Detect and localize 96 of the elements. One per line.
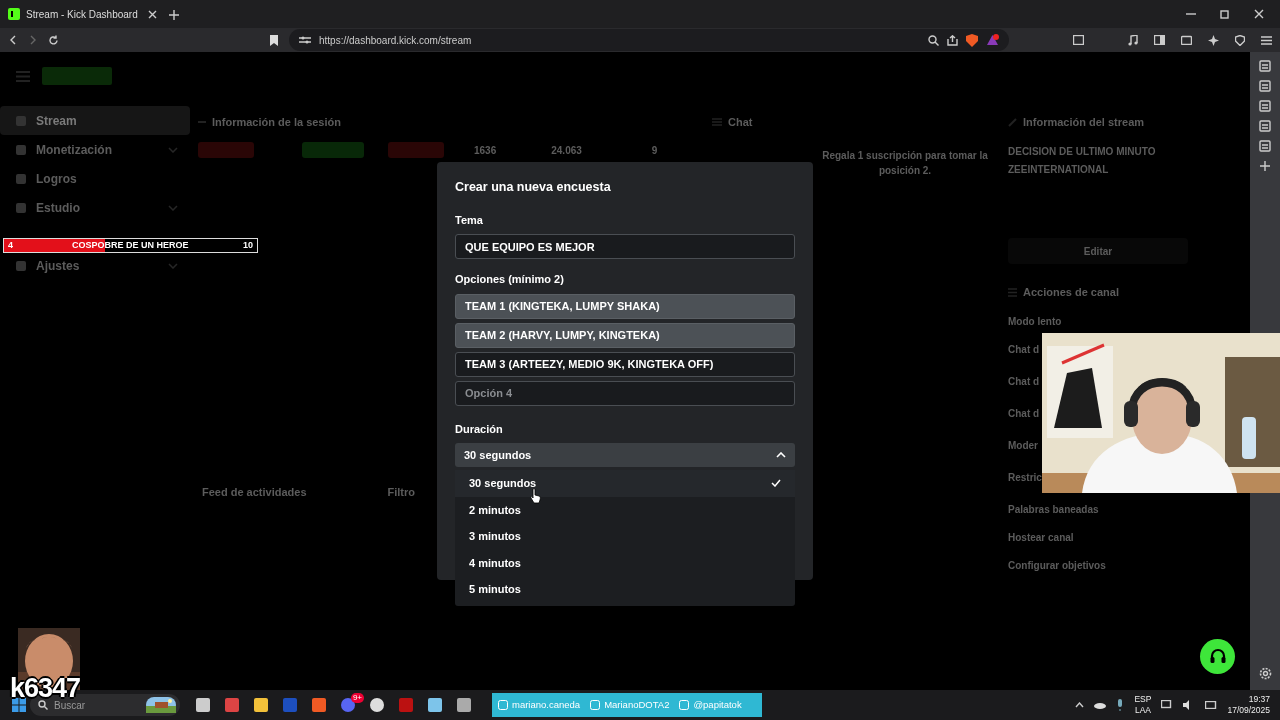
close-icon[interactable] [148,9,157,19]
option-field[interactable]: Opción 4 [455,380,795,406]
field-label: Duración [455,421,503,437]
stat-value: 9 [651,143,658,158]
dropdown-option[interactable]: 5 minutos [455,576,795,603]
music-icon[interactable] [1128,34,1138,46]
search-icon [38,700,48,710]
dropdown-option[interactable]: 2 minutos [455,496,795,523]
chevron-icon [168,204,178,211]
sidebar-item[interactable]: Ajustes [0,251,190,280]
option-field[interactable]: TEAM 2 (HARVY, LUMPY, KINGTEKA) [455,322,795,348]
zoom-icon[interactable] [928,34,939,46]
pointer-cursor-icon [530,487,541,504]
caret-up-icon[interactable] [1075,702,1085,708]
new-tab-icon[interactable] [169,9,179,20]
microphone-icon[interactable] [1116,699,1125,711]
list-icon [1008,287,1017,297]
social-handle: mariano.caneda [512,697,581,712]
language-label[interactable]: ESP [1134,694,1152,705]
stat-value: 1636 [474,143,497,158]
duration-select[interactable]: 30 segundos [455,443,795,468]
favicon-icon [8,8,20,20]
back-icon[interactable] [8,35,18,45]
clock-date[interactable]: 17/09/2025 [1227,705,1270,716]
close-icon[interactable] [1254,9,1264,19]
caret-up-icon [776,452,786,459]
sidebar-item-icon [16,115,26,126]
goal-target: 10 [243,239,253,252]
dialog-title: Crear una nueva encuesta [455,179,611,196]
sidebar-item-icon [16,260,26,271]
menu-item[interactable]: Chat d [1008,344,1040,355]
share-icon[interactable] [947,34,958,46]
sidebar-item-icon [16,202,26,213]
stat-value: 24.063 [551,143,582,158]
menu-item[interactable]: Chat d [1008,376,1040,387]
sidebar-item[interactable]: Stream [0,106,190,135]
sidebar-icon[interactable] [1154,35,1165,45]
dropdown-option[interactable]: 30 segundos [455,470,795,497]
menu-item[interactable]: Palabras baneadas [1008,504,1099,515]
menu-item[interactable]: Hostear canal [1008,532,1074,543]
sidebar-item-icon [16,144,26,155]
status-badge [198,142,254,158]
battery-icon[interactable] [1205,701,1218,709]
headset-icon [1208,647,1227,666]
status-badge [302,142,364,158]
plus-icon[interactable] [1259,160,1271,172]
menu-item[interactable]: Restric [1008,472,1042,483]
topic-field[interactable]: QUE EQUIPO ES MEJOR [455,234,795,260]
chevron-icon [168,262,178,269]
field-label: Opciones (mínimo 2) [455,272,564,288]
layout-label[interactable]: LAA [1134,705,1151,716]
option-field[interactable]: TEAM 1 (KINGTEKA, LUMPY SHAKA) [455,293,795,319]
social-handle: @papitatok [693,697,742,712]
stream-title: DECISION DE ULTIMO MINUTO ZEEINTERNATIONAL [1008,146,1156,175]
filter-button[interactable]: Filtro [387,478,415,506]
panel-title: Información de la sesión [212,114,341,130]
browser-tab[interactable]: Stream - Kick Dashboard [0,0,165,28]
sidebar-item[interactable]: Estudio [0,193,190,222]
site-settings-icon[interactable] [299,35,311,45]
triangle-icon[interactable] [986,34,999,46]
field-label: Tema [455,212,483,228]
sidebar-item[interactable]: Monetización [0,135,190,164]
social-handle: MarianoDOTA2 [604,697,670,712]
dropdown-option[interactable]: 3 minutos [455,523,795,550]
sidebar-item-icon [16,173,26,184]
shield-icon[interactable] [1235,34,1245,46]
cloud-icon[interactable] [1094,701,1107,709]
notification-badge: 9+ [350,693,364,703]
menu-item[interactable]: Moder [1008,440,1038,451]
shield-icon[interactable] [966,33,978,47]
menu-item[interactable]: Configurar objetivos [1008,560,1106,571]
panel-title: Feed de actividades [202,484,307,500]
option-field[interactable]: TEAM 3 (ARTEEZY, MEDIO 9K, KINGTEKA OFF) [455,351,795,377]
dropdown-option[interactable]: 4 minutos [455,549,795,576]
panel-title: Chat [728,114,753,130]
panel-title: Acciones de canal [1023,284,1119,300]
sparkle-icon[interactable] [1208,34,1219,46]
settings-icon[interactable] [1258,667,1272,681]
chevron-icon [168,146,178,153]
forward-icon [28,35,38,45]
edit-button[interactable]: Editar [1008,238,1188,264]
pinned-message: Regala 1 suscripción para tomar la posición 2. [821,149,989,178]
menu-item[interactable]: Modo lento [1008,316,1062,327]
reload-icon[interactable] [48,34,59,46]
address-bar[interactable]: https://dashboard.kick.com/stream [289,29,1009,51]
menu-item[interactable]: Chat d [1008,408,1040,419]
panel-title: Información del stream [1023,114,1145,130]
sidebar-item[interactable]: Logros [0,164,190,193]
status-badge [388,142,444,158]
clock-time[interactable]: 19:37 [1248,694,1270,705]
windows-icon[interactable] [12,698,26,712]
restore-icon[interactable] [1220,9,1230,19]
check-icon [771,479,781,488]
goal-count: 4 [8,239,13,252]
streamer-tag: k6347 [10,674,81,702]
bookmark-icon[interactable] [269,34,279,46]
